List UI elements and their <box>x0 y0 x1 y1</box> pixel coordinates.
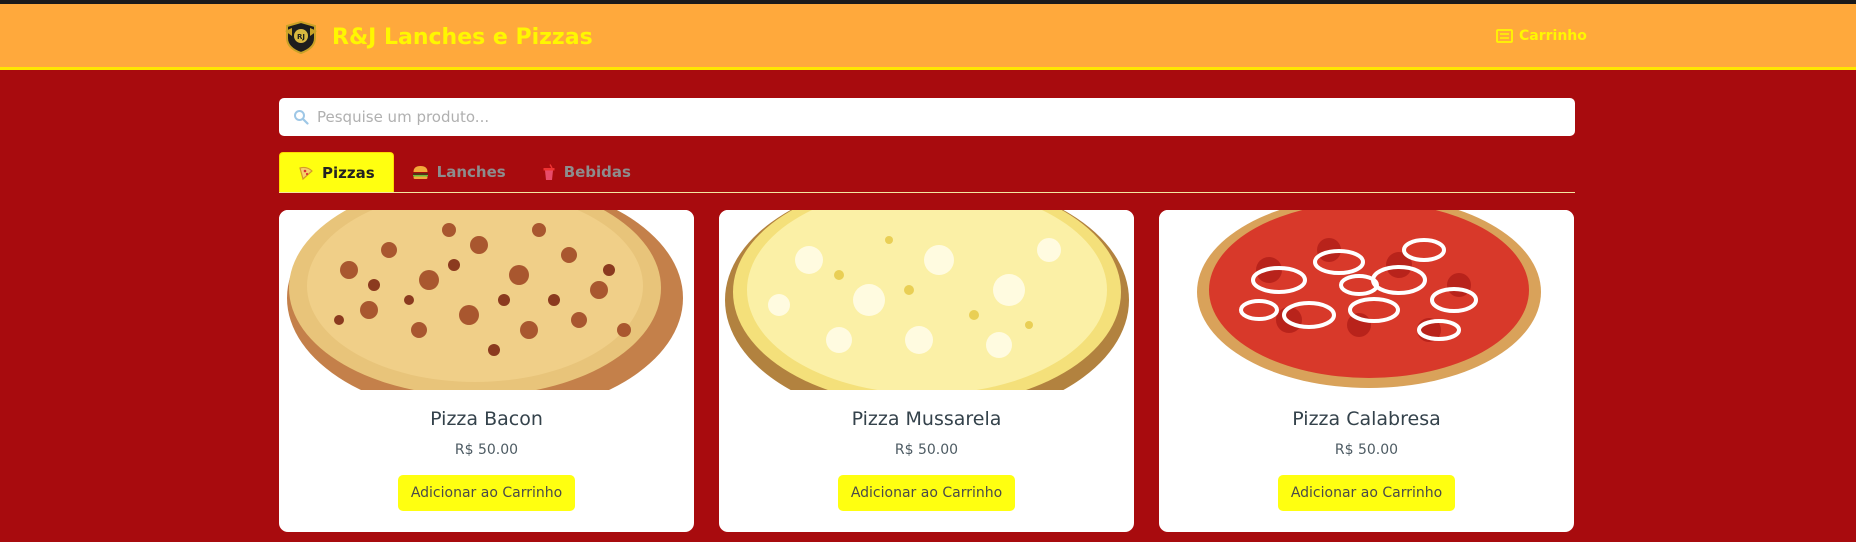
product-name: Pizza Calabresa <box>1292 408 1441 430</box>
cart-label: Carrinho <box>1519 28 1587 44</box>
brand[interactable]: RJ R&J Lanches e Pizzas <box>284 20 593 54</box>
burger-icon <box>412 165 429 180</box>
search-input[interactable] <box>317 108 1575 126</box>
product-card: Pizza Calabresa R$ 50.00 Adicionar ao Ca… <box>1159 210 1574 532</box>
cart-link[interactable]: Carrinho <box>1496 28 1587 44</box>
product-card: Pizza Mussarela R$ 50.00 Adicionar ao Ca… <box>719 210 1134 532</box>
tab-bebidas[interactable]: Bebidas <box>524 152 649 192</box>
product-price: R$ 50.00 <box>1334 442 1399 458</box>
drink-icon <box>542 163 556 181</box>
cart-icon <box>1496 29 1513 43</box>
tab-lanches[interactable]: Lanches <box>394 152 524 192</box>
product-name: Pizza Bacon <box>430 408 543 430</box>
svg-text:RJ: RJ <box>297 33 305 41</box>
brand-logo-icon: RJ <box>285 20 317 54</box>
tab-label: Lanches <box>436 163 506 181</box>
pizza-mussarela-image <box>719 210 1134 390</box>
tab-pizzas[interactable]: Pizzas <box>279 152 394 192</box>
pizza-bacon-image <box>279 210 694 390</box>
add-to-cart-button[interactable]: Adicionar ao Carrinho <box>1277 475 1456 511</box>
product-name: Pizza Mussarela <box>851 408 1002 430</box>
add-to-cart-button[interactable]: Adicionar ao Carrinho <box>397 475 576 511</box>
product-price: R$ 50.00 <box>454 442 519 458</box>
pizza-calabresa-image <box>1159 210 1574 390</box>
product-card: Pizza Bacon R$ 50.00 Adicionar ao Carrin… <box>279 210 694 532</box>
tab-label: Pizzas <box>322 163 375 182</box>
category-tabs: Pizzas Lanches Bebidas <box>279 152 1575 193</box>
search-bar <box>279 98 1575 136</box>
brand-title: R&J Lanches e Pizzas <box>332 24 593 50</box>
search-icon <box>294 110 309 125</box>
add-to-cart-button[interactable]: Adicionar ao Carrinho <box>837 475 1016 511</box>
site-header: RJ R&J Lanches e Pizzas Carrinho <box>0 4 1856 70</box>
tab-label: Bebidas <box>563 163 631 181</box>
pizza-icon <box>298 165 314 181</box>
product-price: R$ 50.00 <box>894 442 959 458</box>
